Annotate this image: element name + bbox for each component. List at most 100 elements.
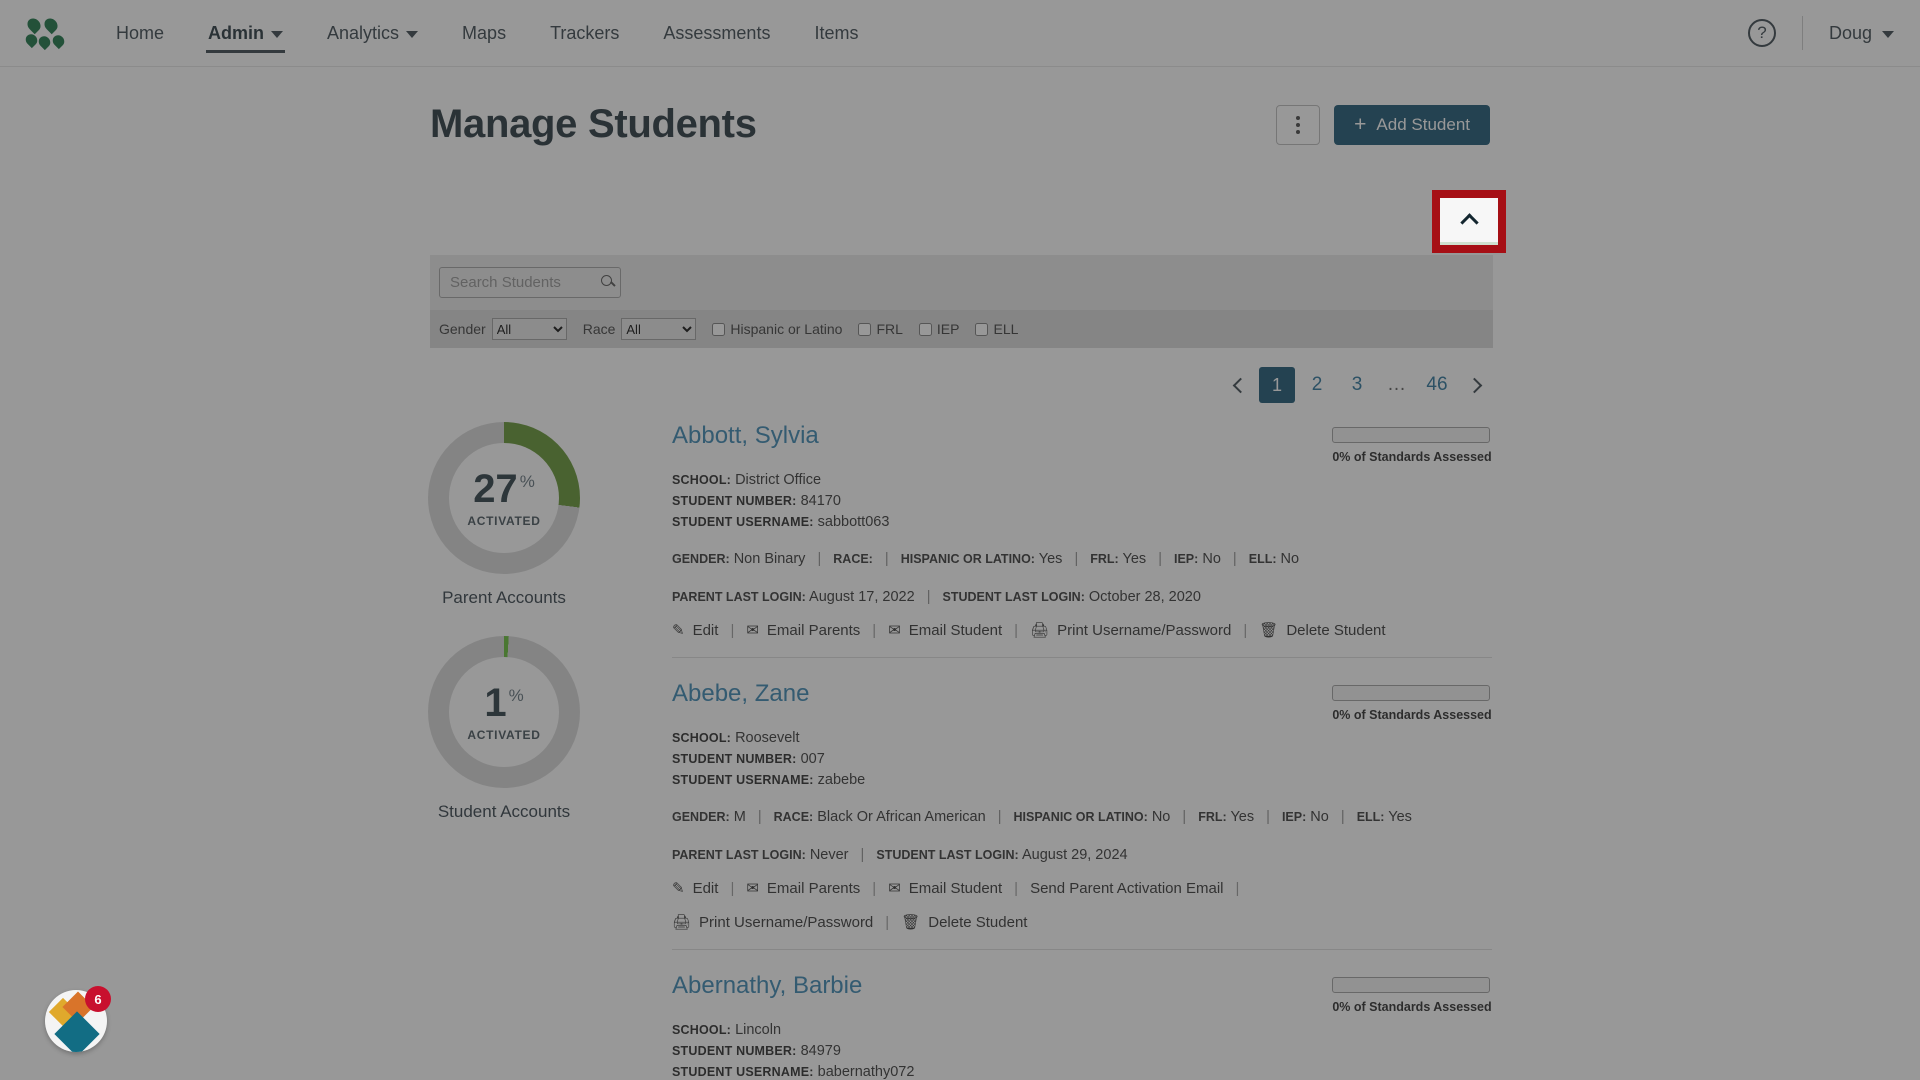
pagination-page-3[interactable]: 3 bbox=[1339, 367, 1375, 403]
email-parents-action[interactable]: ✉ Email Parents bbox=[746, 621, 861, 640]
hispanic-label: HISPANIC OR LATINO: bbox=[900, 552, 1035, 566]
divider: | bbox=[1182, 809, 1187, 825]
pagination-page-46[interactable]: 46 bbox=[1419, 367, 1455, 403]
search-input[interactable] bbox=[448, 273, 598, 292]
pagination-page-1[interactable]: 1 bbox=[1259, 367, 1295, 403]
user-menu[interactable]: Doug bbox=[1829, 23, 1894, 44]
gender-label: GENDER: bbox=[672, 810, 730, 824]
donut-center: 27% ACTIVATED bbox=[449, 443, 559, 553]
checkbox-label: Hispanic or Latino bbox=[730, 321, 843, 337]
standards-assessed-widget: 0% of Standards Assessed bbox=[1332, 685, 1492, 722]
print-username-password-action[interactable]: 🖨 Print Username/Password bbox=[1030, 621, 1231, 640]
trash-icon: 🗑 bbox=[1259, 622, 1279, 639]
envelope-icon: ✉ bbox=[888, 622, 901, 639]
email-student-action[interactable]: ✉ Email Student bbox=[888, 879, 1002, 898]
student-number-label: STUDENT NUMBER: bbox=[672, 1044, 797, 1058]
nav-item-maps[interactable]: Maps bbox=[440, 0, 528, 66]
email-student-action[interactable]: ✉ Email Student bbox=[888, 621, 1002, 640]
nav-item-assessments[interactable]: Assessments bbox=[641, 0, 792, 66]
chevron-down-icon bbox=[271, 30, 284, 38]
standards-caption: 0% of Standards Assessed bbox=[1332, 708, 1492, 722]
send-parent-activation-email-action[interactable]: Send Parent Activation Email bbox=[1030, 880, 1223, 897]
help-icon[interactable]: ? bbox=[1747, 19, 1776, 47]
masteryconnect-logo-icon[interactable] bbox=[23, 15, 67, 51]
checkbox-input[interactable] bbox=[712, 322, 726, 336]
parent-last-login-label: PARENT LAST LOGIN: bbox=[672, 848, 806, 862]
search-students-box[interactable] bbox=[439, 267, 621, 298]
race-value: Black Or African American bbox=[817, 809, 986, 825]
gender-filter-select[interactable]: All bbox=[491, 318, 567, 340]
student-username-label: STUDENT USERNAME: bbox=[672, 515, 814, 529]
divider: | bbox=[1235, 879, 1240, 897]
student-accounts-donut-chart: 1% ACTIVATED bbox=[428, 636, 580, 788]
nav-items: Home Admin Analytics Maps Trackers Asses… bbox=[94, 0, 880, 66]
pagination-next-button[interactable] bbox=[1459, 368, 1493, 402]
divider: | bbox=[817, 551, 822, 567]
nav-item-label: Assessments bbox=[663, 22, 771, 43]
school-value: Lincoln bbox=[735, 1022, 782, 1038]
donut-value: 1% bbox=[484, 683, 523, 723]
standards-progress-bar bbox=[1332, 977, 1490, 993]
account-activation-donuts: 27% ACTIVATED Parent Accounts 1% ACTIVAT… bbox=[428, 422, 580, 850]
delete-student-action[interactable]: 🗑 Delete Student bbox=[901, 913, 1028, 932]
more-options-button[interactable] bbox=[1276, 104, 1321, 145]
search-icon[interactable] bbox=[601, 275, 612, 286]
email-parents-label: Email Parents bbox=[766, 621, 861, 639]
student-username-label: STUDENT USERNAME: bbox=[672, 773, 814, 787]
user-menu-label: Doug bbox=[1828, 22, 1872, 43]
parent-last-login-value: Never bbox=[809, 847, 849, 863]
checkbox-frl[interactable]: FRL bbox=[858, 321, 903, 337]
standards-assessed-widget: 0% of Standards Assessed bbox=[1332, 427, 1492, 464]
collapse-filters-highlight bbox=[1432, 190, 1920, 253]
nav-item-trackers[interactable]: Trackers bbox=[528, 0, 641, 66]
checkbox-input[interactable] bbox=[858, 322, 872, 336]
student-last-login-label: STUDENT LAST LOGIN: bbox=[942, 590, 1085, 604]
checkbox-input[interactable] bbox=[975, 322, 989, 336]
divider: | bbox=[926, 589, 931, 605]
school-label: SCHOOL: bbox=[672, 473, 732, 487]
nav-item-analytics[interactable]: Analytics bbox=[305, 0, 440, 66]
delete-student-action[interactable]: 🗑 Delete Student bbox=[1259, 621, 1385, 640]
standards-assessed-widget: 0% of Standards Assessed bbox=[1332, 977, 1492, 1014]
divider: | bbox=[730, 879, 735, 897]
kebab-dot bbox=[1296, 129, 1301, 134]
race-filter-select[interactable]: All bbox=[621, 318, 697, 340]
pagination-page-2[interactable]: 2 bbox=[1299, 367, 1335, 403]
print-username-password-action[interactable]: 🖨 Print Username/Password bbox=[672, 913, 873, 932]
nav-item-items[interactable]: Items bbox=[792, 0, 880, 66]
hispanic-label: HISPANIC OR LATINO: bbox=[1013, 810, 1148, 824]
nav-item-admin[interactable]: Admin bbox=[186, 0, 305, 66]
iep-value: No bbox=[1310, 809, 1329, 825]
nav-item-label: Items bbox=[814, 22, 859, 43]
school-label: SCHOOL: bbox=[672, 731, 732, 745]
gender-label: GENDER: bbox=[672, 552, 730, 566]
student-row: Abernathy, Barbie 0% of Standards Assess… bbox=[672, 972, 1492, 1080]
student-number-line: STUDENT NUMBER: 84979 bbox=[672, 1041, 1492, 1062]
race-label: RACE: bbox=[773, 810, 814, 824]
chevron-down-icon bbox=[1882, 30, 1894, 38]
edit-action[interactable]: ✎ Edit bbox=[672, 879, 718, 898]
demographics-line: GENDER: M | RACE: Black Or African Ameri… bbox=[672, 809, 1492, 825]
checkbox-input[interactable] bbox=[918, 322, 932, 336]
checkbox-ell[interactable]: ELL bbox=[975, 321, 1018, 337]
delete-label: Delete Student bbox=[928, 913, 1028, 931]
donut-sublabel: ACTIVATED bbox=[467, 513, 541, 528]
nav-item-home[interactable]: Home bbox=[94, 0, 186, 66]
pencil-icon: ✎ bbox=[672, 880, 685, 897]
nav-divider bbox=[1801, 16, 1803, 50]
student-username-line: STUDENT USERNAME: sabbott063 bbox=[672, 512, 1492, 533]
top-navigation-bar: Home Admin Analytics Maps Trackers Asses… bbox=[0, 0, 1920, 67]
student-actions: ✎ Edit | ✉ Email Parents | ✉ Email Stude… bbox=[672, 621, 1492, 640]
pagination-prev-button[interactable] bbox=[1221, 368, 1255, 402]
hispanic-value: Yes bbox=[1038, 551, 1063, 567]
gender-filter: Gender All bbox=[439, 318, 567, 340]
chat-widget[interactable]: 6 bbox=[45, 986, 111, 1052]
checkbox-hispanic-or-latino[interactable]: Hispanic or Latino bbox=[712, 321, 842, 337]
edit-action[interactable]: ✎ Edit bbox=[672, 621, 718, 640]
divider: | bbox=[730, 621, 735, 639]
nav-item-label: Admin bbox=[208, 22, 265, 43]
add-student-button[interactable]: + Add Student bbox=[1334, 104, 1490, 145]
checkbox-iep[interactable]: IEP bbox=[918, 321, 959, 337]
collapse-filters-button[interactable] bbox=[1440, 198, 1498, 245]
email-parents-action[interactable]: ✉ Email Parents bbox=[746, 879, 860, 898]
